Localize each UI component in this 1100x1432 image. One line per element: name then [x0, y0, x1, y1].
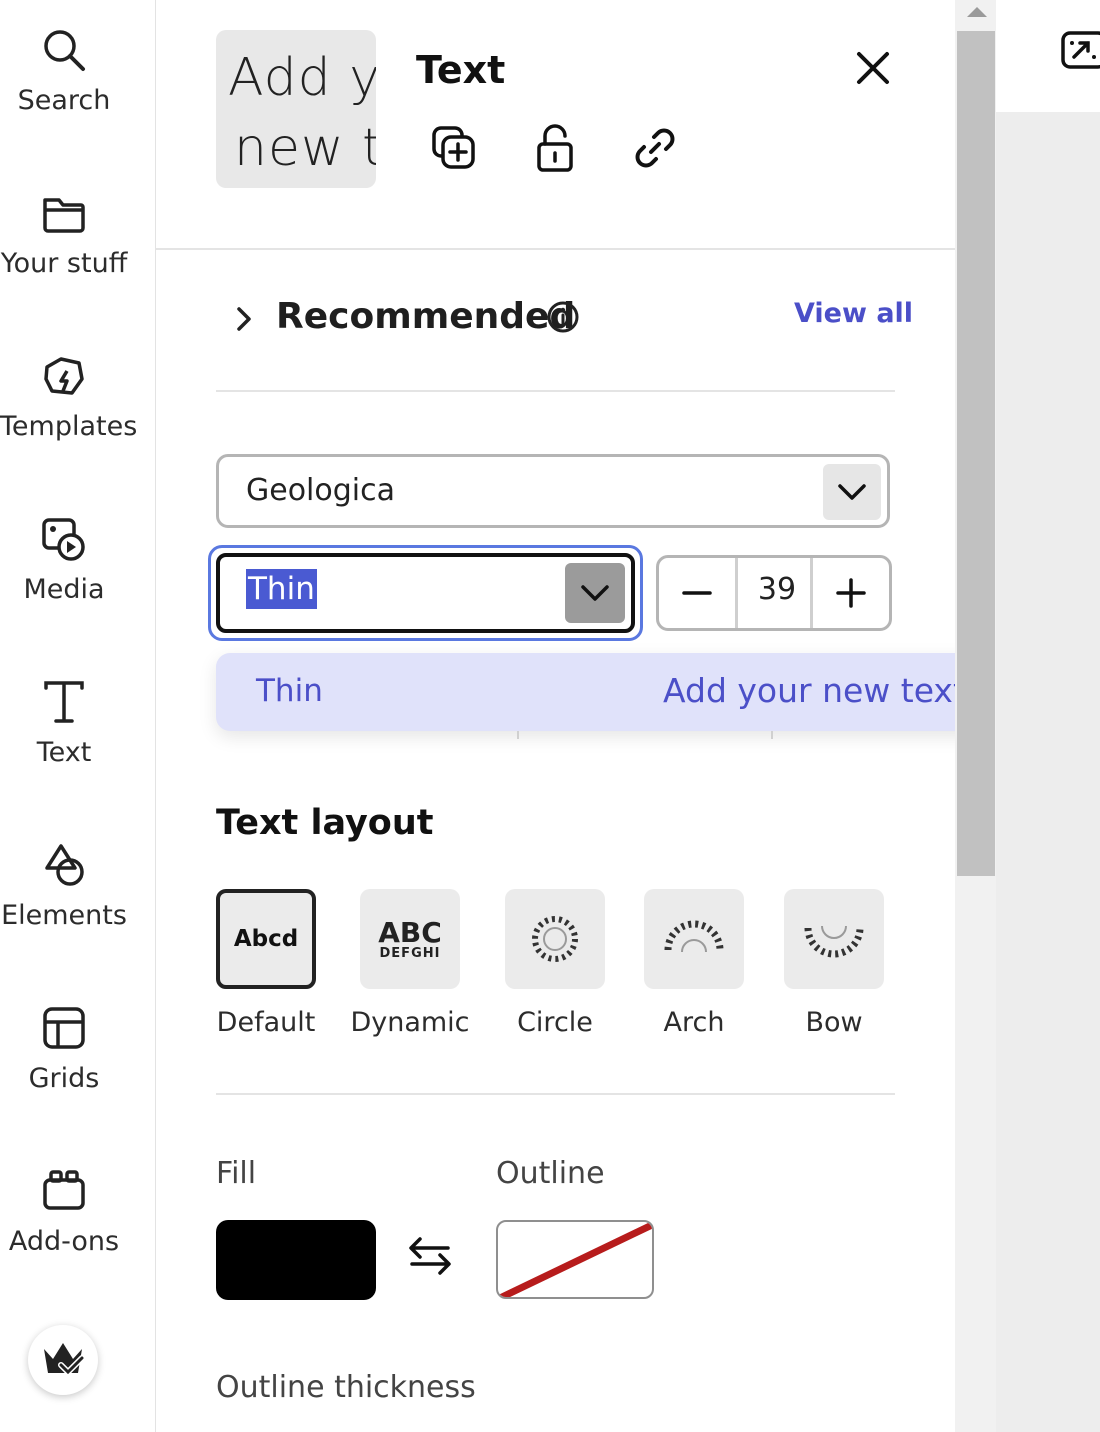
rail-label-media: Media [23, 574, 105, 605]
outline-color-swatch[interactable] [496, 1220, 654, 1299]
rail-label-grids: Grids [28, 1063, 100, 1094]
bow-layout-icon [804, 925, 864, 958]
text-icon [44, 681, 84, 723]
layout-option-arch[interactable]: Arch [644, 889, 744, 1038]
minus-icon [682, 591, 712, 595]
rail-label-add-ons: Add-ons [8, 1226, 120, 1257]
plus-icon [836, 578, 866, 608]
thumbnail-text-line1: Add y [228, 48, 376, 108]
font-weight-chevron[interactable] [565, 563, 625, 623]
chevron-down-icon [581, 585, 609, 601]
close-button[interactable] [845, 40, 901, 96]
circle-layout-icon [532, 916, 578, 962]
rail-item-grids[interactable]: Grids [0, 1005, 128, 1094]
layout-tile-bow[interactable] [784, 889, 884, 989]
text-thumbnail: Add y new t [216, 30, 376, 188]
rail-item-media[interactable]: Media [0, 516, 128, 605]
chevron-down-icon [838, 484, 866, 500]
premium-button[interactable] [28, 1325, 98, 1395]
scroll-up-arrow-icon[interactable] [966, 5, 988, 19]
weight-option-preview[interactable]: Add your new text [663, 671, 966, 710]
left-rail: Search Your stuff Templates Media Text E… [0, 0, 156, 1432]
close-icon [857, 52, 889, 84]
layout-option-dynamic[interactable]: ABC DEFGHI Dynamic [350, 889, 470, 1038]
duplicate-icon [432, 126, 475, 169]
rail-item-elements[interactable]: Elements [0, 842, 128, 931]
menu-tick [517, 731, 519, 739]
addons-icon [43, 1170, 85, 1210]
lock-button[interactable] [527, 120, 583, 176]
rail-item-your-stuff[interactable]: Your stuff [0, 190, 128, 279]
font-family-value: Geologica [246, 473, 396, 508]
media-icon [42, 518, 85, 561]
text-properties-panel: Add y new t Text Recommended View all Ge… [156, 0, 1055, 1432]
duplicate-button[interactable] [426, 120, 482, 176]
view-all-link[interactable]: View all [794, 298, 913, 329]
fill-color-swatch[interactable] [216, 1220, 376, 1300]
layout-label-bow: Bow [805, 1007, 863, 1038]
swap-icon[interactable] [406, 1234, 454, 1278]
layout-divider [216, 1093, 895, 1095]
layout-tile-dynamic[interactable]: ABC DEFGHI [360, 889, 460, 989]
layout-option-circle[interactable]: Circle [505, 889, 605, 1038]
increase-size-button[interactable] [810, 558, 889, 628]
layout-label-default: Default [216, 1007, 316, 1038]
layout-label-dynamic: Dynamic [350, 1007, 470, 1038]
grid-icon [43, 1007, 85, 1049]
canvas-area[interactable] [996, 0, 1100, 1432]
thumbnail-text-line2: new t [234, 118, 376, 178]
rail-label-search: Search [17, 85, 111, 116]
rail-label-text: Text [36, 737, 92, 768]
resize-icon[interactable] [1060, 27, 1100, 73]
rail-item-text[interactable]: Text [0, 679, 128, 768]
layout-tile-dynamic-line2: DEFGHI [379, 945, 441, 961]
font-family-chevron[interactable] [823, 464, 881, 520]
rail-label-templates: Templates [0, 411, 138, 442]
search-icon [44, 30, 85, 71]
templates-icon [44, 357, 84, 395]
rail-item-add-ons[interactable]: Add-ons [0, 1168, 128, 1257]
crown-check-icon [44, 1343, 85, 1377]
info-icon[interactable] [546, 300, 580, 334]
recommended-heading[interactable]: Recommended [276, 296, 575, 337]
outline-thickness-label: Outline thickness [216, 1370, 476, 1405]
unlock-icon [537, 124, 573, 172]
layout-tile-default[interactable]: Abcd [216, 889, 316, 989]
header-divider [156, 248, 955, 250]
layout-option-default[interactable]: Abcd Default [216, 889, 316, 1038]
no-color-slash-icon [498, 1222, 652, 1297]
text-layout-heading: Text layout [216, 803, 434, 843]
weight-option-thin[interactable]: Thin [256, 673, 323, 709]
font-size-stepper[interactable]: 39 [656, 555, 892, 631]
layout-label-arch: Arch [663, 1007, 725, 1038]
recommended-divider [216, 390, 895, 392]
font-family-dropdown[interactable]: Geologica [216, 454, 890, 528]
link-icon [635, 128, 675, 168]
layout-tile-circle[interactable] [505, 889, 605, 989]
decrease-size-button[interactable] [659, 558, 738, 628]
outline-label: Outline [496, 1156, 605, 1191]
fill-label: Fill [216, 1156, 257, 1191]
shapes-icon [45, 844, 84, 886]
rail-item-templates[interactable]: Templates [0, 353, 138, 442]
panel-scrollbar-thumb[interactable] [957, 31, 995, 876]
menu-tick [771, 731, 773, 739]
folder-icon [43, 198, 85, 233]
font-weight-dropdown[interactable]: Thin [216, 553, 635, 633]
rail-label-your-stuff: Your stuff [0, 248, 128, 279]
layout-option-bow[interactable]: Bow [784, 889, 884, 1038]
font-weight-value: Thin [246, 569, 317, 609]
font-weight-menu: Thin Add your new text [216, 653, 1055, 731]
layout-tile-default-text: Abcd [233, 926, 299, 952]
chevron-right-icon[interactable] [230, 304, 258, 334]
link-button[interactable] [627, 120, 683, 176]
font-size-value[interactable]: 39 [738, 572, 816, 607]
arch-layout-icon [664, 920, 724, 953]
rail-label-elements: Elements [1, 900, 127, 931]
layout-tile-dynamic-line1: ABC [378, 915, 442, 949]
rail-item-search[interactable]: Search [0, 27, 128, 116]
layout-label-circle: Circle [517, 1007, 593, 1038]
layout-tile-arch[interactable] [644, 889, 744, 989]
panel-title: Text [416, 48, 506, 92]
